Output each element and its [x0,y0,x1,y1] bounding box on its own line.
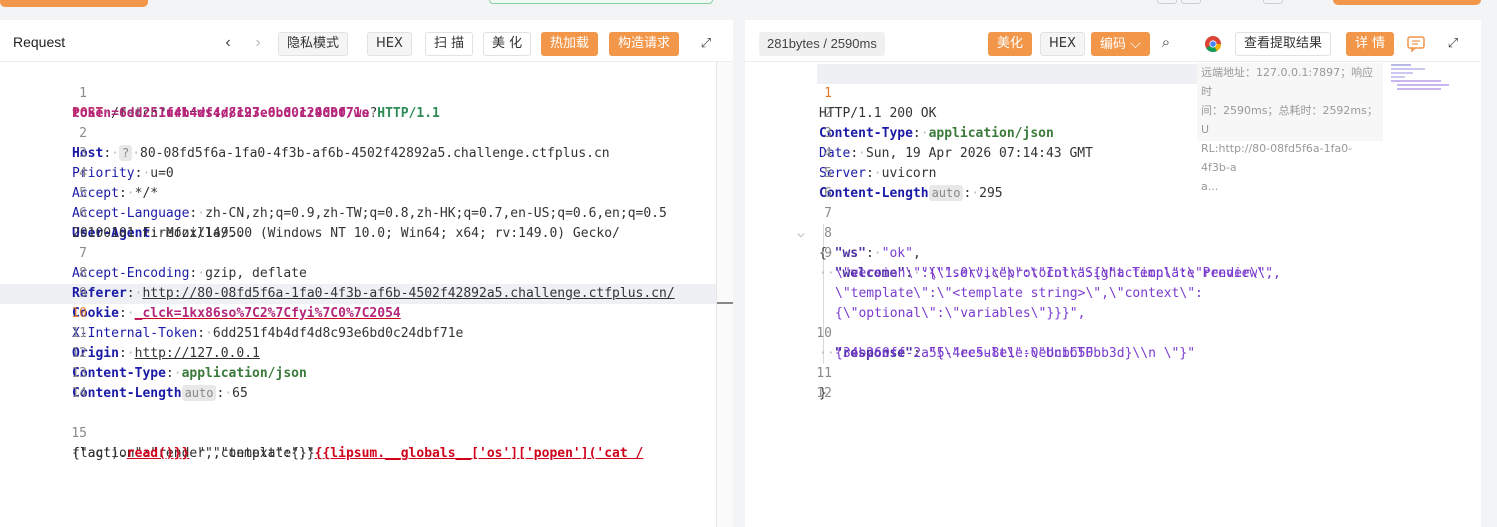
origin-link[interactable]: http://127.0.0.1 [135,346,260,361]
code-line: 5 Content-Length auto:·295 [819,166,1003,201]
response-info-tooltip: 远端地址：127.0.0.1:7897；响应时 间：2590ms；总耗时：259… [1197,63,1383,193]
code-line: 2 Host:·? ·80-08fd5f6a-1fa0-4f3b-af6b-450… [72,126,610,161]
code-line: 4 Server:·uvicorn [819,146,937,181]
code-line: 3 Priority:·u=0 [72,146,174,181]
response-size: 281bytes / 2590ms [759,32,885,56]
top-gray-button-edge[interactable] [1157,0,1177,4]
request-panel: Request ‹ › 隐私模式 HEX 扫 描 美 化 热加载 构造请求 ⤢ … [0,22,733,527]
top-gray-button-edge[interactable] [1263,0,1283,4]
minimap[interactable] [1391,63,1453,93]
top-strip [0,0,1497,20]
search-icon[interactable]: ⌕ [1155,32,1177,56]
auto-badge: auto [928,185,964,201]
panel-divider[interactable] [733,20,745,527]
auto-badge: auto [181,385,217,401]
request-scrollbar[interactable] [716,62,733,527]
response-beautify-button[interactable]: 美化 [988,32,1033,56]
code-line: 1 POST·/fetch?url=ws://127.0.0.1:9000/ws… [72,86,378,121]
request-editor[interactable]: 1 POST·/fetch?url=ws://127.0.0.1:9000/ws… [0,63,733,527]
code-line: 15 {"action":"render","template":"{{lips… [71,426,644,461]
code-line: 11 Origin:·http://127.0.0.1 [71,326,260,361]
code-line: 9 ··"welcome":·"{\"service\":\"IntraSigh… [819,246,1281,281]
code-line: 7 ⌵ { [797,206,832,261]
code-line: 12 [816,386,832,401]
code-line: 8 Referer:·http://80-08fd5f6a-1fa0-4f3b-… [72,266,675,301]
code-line: \"version\":\"1.0\",\"protocol\":{\"acti… [835,266,1274,281]
expand-icon[interactable]: ⤢ [1442,32,1464,56]
beautify-button[interactable]: 美 化 [483,32,532,56]
code-line: 6 [824,186,832,201]
code-line: 5 Accept-Language:·zh-CN,zh;q=0.9,zh-TW;… [72,186,667,221]
current-line-highlight [817,64,1197,84]
chrome-icon[interactable] [1202,32,1224,56]
code-line: 13 Content-Length auto:·65 [71,366,248,401]
build-request-button[interactable]: 构造请求 [609,32,680,56]
chevron-down-icon: ⌵ [1130,36,1141,52]
hex-button[interactable]: HEX [367,32,412,56]
code-line: 2 Content-Type:·application/json [819,106,1054,141]
details-button[interactable]: 详 情 [1346,32,1395,56]
code-line: 7 Accept-Encoding:·gzip, deflate [72,246,307,281]
view-extract-button[interactable]: 查看提取结果 [1235,32,1332,56]
scan-button[interactable]: 扫 描 [425,32,474,56]
request-title: Request [13,34,66,50]
code-line: 1 HTTP/1.1 200 OK [819,86,937,121]
comment-icon[interactable] [1405,32,1427,56]
code-line: 20100101 Firefox/149.0 [72,226,245,241]
code-line: 4 Accept:·*/* [72,166,159,201]
code-line: {\"optional\":\"variables\"}}}", [835,306,1086,321]
code-line: 10 ··"response":·"{\"result\":\"UniCTF [816,326,1093,361]
chevron-left-icon[interactable]: ‹ [217,32,239,56]
request-toolbar: Request ‹ › 隐私模式 HEX 扫 描 美 化 热加载 构造请求 ⤢ [0,22,733,62]
scroll-marker [717,302,733,304]
referer-link[interactable]: http://80-08fd5f6a-1fa0-4f3b-af6b-4502f4… [142,286,674,301]
code-line: 3 Date:·Sun, 19 Apr 2026 07:14:43 GMT [819,126,1093,161]
code-line: token=6dd251f4b4df4d8c93e6bd0c24dbf71e·H… [72,106,440,121]
right-gutter [1481,20,1497,527]
code-line: \"template\":\"<template string>\",\"con… [835,286,1203,301]
encoding-dropdown[interactable]: 编码 ⌵ [1091,32,1150,56]
hotload-button[interactable]: 热加载 [541,32,599,56]
code-line: {34b260ff-2a55-4ec5-8e1e-0ebcbb50bb3d}\\… [835,346,1196,361]
code-line: 12 Content-Type:·application/json [71,346,307,381]
chevron-right-icon[interactable]: › [247,32,269,56]
response-hex-button[interactable]: HEX [1040,32,1085,56]
encoding-label: 编码 [1100,37,1127,52]
top-orange-button-edge[interactable] [0,0,148,7]
expand-icon[interactable]: ⤢ [695,32,717,56]
code-line: 14 [71,386,87,401]
top-green-button-edge[interactable] [489,0,713,4]
top-orange-button-edge[interactable] [1333,0,1481,5]
top-gray-button-edge[interactable] [1181,0,1201,4]
code-line: 6 User-Agent:·Mozilla/5.0 (Windows NT 10… [72,206,620,241]
code-line: flag').read()}} ","context":{}} [72,446,315,461]
code-line: 8 ··"ws":·"ok", [819,226,921,261]
code-line: 9 Cookie:·_clck=1kx86so%7C2%7Cfyi%7C0%7C… [72,286,401,321]
code-line: 10 X-Internal-Token:·6dd251f4b4df4d8c93e… [71,306,464,341]
response-panel: 281bytes / 2590ms 美化 HEX 编码 ⌵ ⌕ 查看提取结果 详… [745,22,1481,527]
host-badge: ? [118,145,133,161]
response-toolbar: 281bytes / 2590ms 美化 HEX 编码 ⌵ ⌕ 查看提取结果 详… [745,22,1481,62]
code-line: 11 } [816,366,832,401]
private-mode-button[interactable]: 隐私模式 [278,32,349,56]
